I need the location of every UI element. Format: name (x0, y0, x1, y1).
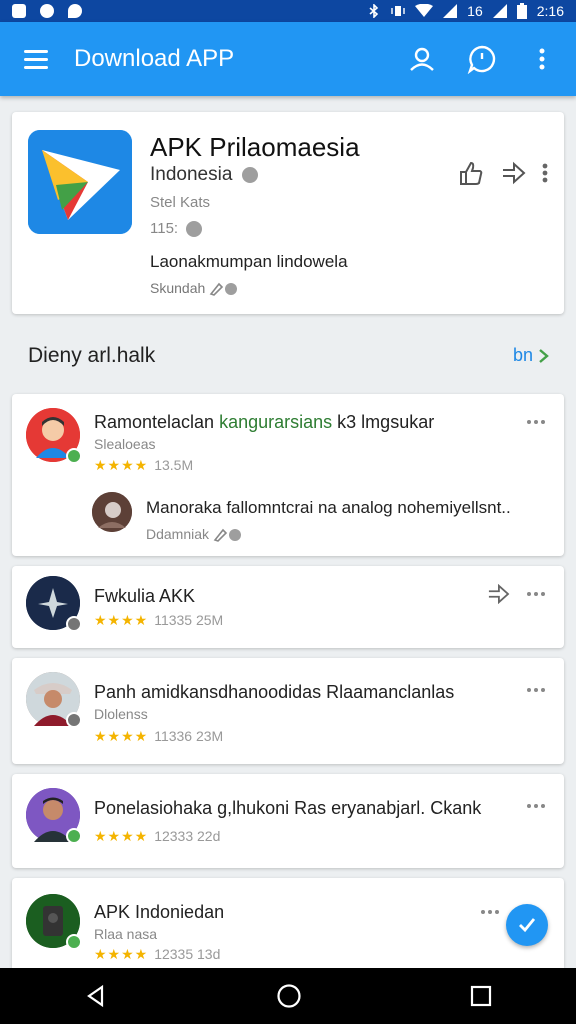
review-author: Ramontelaclan kangurarsians k3 lmgsukar (94, 412, 435, 432)
more-vert-icon[interactable] (542, 163, 548, 183)
section-title: Dieny arl.halk (28, 344, 156, 367)
app-info-card[interactable]: APK Prilaomaesia Indonesia Stel Kats 115… (12, 112, 564, 314)
share-icon[interactable] (500, 160, 526, 186)
review-rating: ★★★★ 11336 23M (94, 728, 224, 744)
more-icon[interactable] (524, 414, 548, 430)
more-icon[interactable] (524, 682, 548, 698)
review-author: Panh amidkansdhanoodidas Rlaamanclanlas (94, 682, 455, 702)
more-icon[interactable] (524, 586, 548, 602)
share-icon[interactable] (486, 584, 510, 604)
review-author: Ponelasiohaka g,lhukoni Ras eryanabjarl.… (94, 798, 482, 818)
wifi-icon (415, 4, 434, 17)
shield-icon (68, 4, 82, 18)
app-size: 115: (150, 220, 203, 238)
verified-icon (241, 166, 258, 183)
signal-icon (443, 4, 458, 18)
bluetooth-icon (369, 4, 379, 18)
review-rating: ★★★★ 12333 22d (94, 828, 221, 844)
cell-signal-icon (492, 4, 507, 18)
verified-badge-icon (66, 712, 82, 728)
fab-check-button[interactable] (506, 904, 548, 946)
review-card[interactable]: Fwkulia AKK ★★★★ 11335 25M (12, 566, 564, 648)
system-nav-bar (0, 968, 576, 1024)
home-icon[interactable] (276, 983, 302, 1009)
app-logo-icon (28, 130, 132, 234)
verified-badge-icon (66, 934, 82, 950)
reply-meta: Ddamniak (146, 526, 243, 543)
reply-avatar (92, 492, 132, 532)
app-bar-title: Download APP (74, 45, 235, 72)
reply-text: Manoraka fallomntcrai na analog nohemiye… (146, 498, 511, 517)
review-subtitle: Slealoeas (94, 436, 156, 452)
verified-badge-icon (66, 616, 82, 632)
status-bar: 16 2:16 (0, 0, 576, 22)
app-subtitle: Stel Kats (150, 194, 211, 211)
review-author: Fwkulia AKK (94, 586, 196, 606)
signal-strength-text: 16 (467, 3, 483, 19)
avatar (26, 576, 82, 632)
more-icon[interactable] (478, 904, 502, 920)
vibrate-icon (391, 6, 405, 16)
review-card[interactable]: Panh amidkansdhanoodidas Rlaamanclanlas … (12, 658, 564, 764)
app-meta: Skundah (150, 280, 239, 297)
menu-icon[interactable] (14, 35, 62, 83)
review-rating: ★★★★ 13.5M (94, 457, 194, 473)
recents-icon[interactable] (470, 985, 492, 1007)
section-more-link[interactable]: bn (513, 345, 550, 366)
thumbs-up-icon[interactable] (458, 160, 484, 186)
review-subtitle: Dlolenss (94, 706, 148, 722)
edit-icon (209, 283, 238, 297)
avatar (26, 894, 82, 950)
battery-icon (516, 3, 527, 19)
account-icon[interactable] (402, 39, 442, 79)
info-icon (186, 221, 203, 238)
review-card[interactable]: Ponelasiohaka g,lhukoni Ras eryanabjarl.… (12, 774, 564, 868)
check-icon (519, 918, 536, 933)
review-subtitle: Rlaa nasa (94, 926, 158, 942)
review-rating: ★★★★ 12335 13d (94, 946, 221, 962)
app-description: Laonakmumpan lindowela (150, 252, 348, 271)
verified-badge-icon (66, 828, 82, 844)
avatar (26, 788, 82, 844)
review-author: APK Indoniedan (94, 902, 225, 922)
more-vert-icon[interactable] (522, 39, 562, 79)
avatar (26, 408, 82, 464)
review-card[interactable]: Ramontelaclan kangurarsians k3 lmgsukar … (12, 394, 564, 556)
review-card[interactable]: APK Indoniedan Rlaa nasa ★★★★ 12335 13d (12, 878, 564, 968)
chat-icon[interactable] (462, 39, 502, 79)
avatar (26, 672, 82, 728)
verified-badge-icon (66, 448, 82, 464)
app-bar: Download APP (0, 22, 576, 96)
app-name: APK Prilaomaesia (150, 132, 360, 162)
review-rating: ★★★★ 11335 25M (94, 612, 224, 628)
more-icon[interactable] (524, 798, 548, 814)
app-country: Indonesia (150, 164, 258, 186)
chevron-right-icon (539, 349, 549, 364)
cloud-icon (40, 4, 54, 18)
back-icon[interactable] (84, 984, 108, 1008)
photo-icon (12, 4, 26, 18)
clock-text: 2:16 (536, 3, 564, 19)
edit-icon (213, 529, 241, 543)
